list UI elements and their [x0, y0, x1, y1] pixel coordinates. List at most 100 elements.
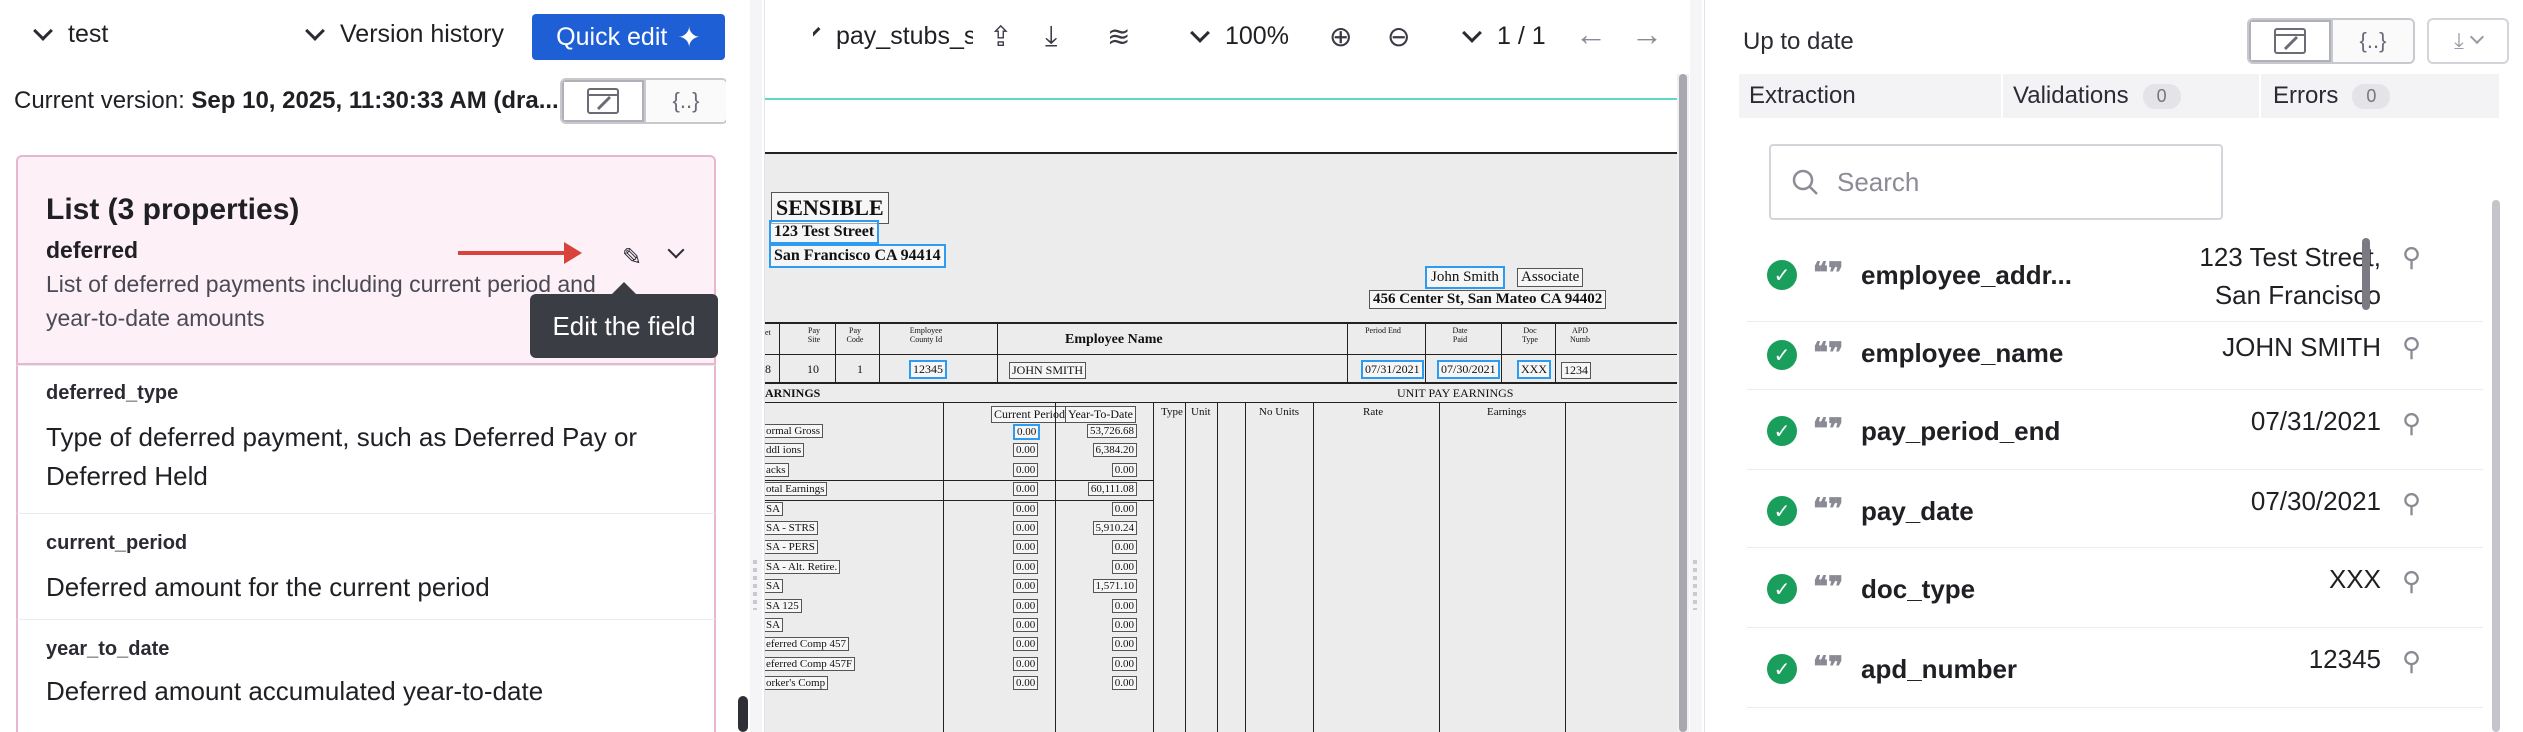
version-history-button[interactable]: Version history — [305, 20, 504, 49]
file-selector[interactable]: pay_stubs_s — [813, 22, 973, 51]
earnings-line-label: otal Earnings — [765, 482, 828, 496]
download-menu-button[interactable]: ⤓ — [2427, 18, 2509, 64]
grid-line — [1153, 402, 1154, 732]
field-row[interactable]: ✓ ❝❞ employee_addr... 123 Test Street, S… — [1747, 236, 2483, 322]
tab-label: Extraction — [1749, 82, 1856, 109]
field-value: JOHN SMITH — [2222, 332, 2381, 362]
project-selector[interactable]: test — [33, 20, 108, 49]
ytd-value: 0.00 — [1111, 657, 1137, 671]
field-row[interactable]: ✓ ❝❞ apd_number 12345 ⚲ — [1747, 628, 2483, 708]
current-period-value: 0.00 — [1013, 540, 1039, 554]
field-name: pay_date — [1861, 496, 1974, 526]
value-scrollbar[interactable] — [2362, 238, 2370, 310]
rule — [765, 354, 1677, 355]
tab-validations[interactable]: Validations 0 — [2001, 74, 2259, 118]
expand-chevron-icon[interactable] — [667, 241, 685, 261]
splitter-grip[interactable] — [753, 560, 757, 610]
location-pin-icon[interactable]: ⚲ — [2402, 646, 2421, 677]
string-type-icon: ❝❞ — [1813, 572, 1844, 603]
col-header: Pay Code — [846, 326, 864, 344]
field-value: 07/31/2021 — [2250, 406, 2381, 436]
scrollbar-thumb[interactable] — [1679, 74, 1687, 732]
employee-name-block[interactable]: John Smith — [1425, 266, 1505, 289]
current-period-value: 0.00 — [1013, 560, 1039, 574]
row-value[interactable]: XXX — [1517, 360, 1551, 379]
string-type-icon: ❝❞ — [1813, 338, 1844, 369]
search-input[interactable]: Search — [1769, 144, 2223, 220]
check-icon: ✓ — [1767, 574, 1797, 604]
col-header: Doc Type — [1522, 326, 1538, 344]
field-value: XXX — [2328, 564, 2381, 594]
page-selector[interactable]: 1 / 1 — [1462, 22, 1546, 51]
current-period-value: 0.00 — [1013, 599, 1039, 613]
current-version-label: Current version: — [14, 87, 185, 114]
layers-icon[interactable]: ≋ — [1107, 20, 1130, 53]
tab-label: Errors — [2273, 82, 2339, 109]
viewer-scrollbar[interactable] — [1677, 74, 1689, 732]
location-pin-icon[interactable]: ⚲ — [2402, 242, 2421, 273]
tab-errors[interactable]: Errors 0 — [2259, 74, 2499, 118]
edit-pencil-icon[interactable]: ✎ — [622, 243, 642, 272]
download-icon[interactable]: ⤓ — [1045, 20, 1057, 53]
property-item[interactable]: year_to_date Deferred amount accumulated… — [16, 619, 716, 732]
field-row[interactable]: ✓ ❝❞ pay_period_end 07/31/2021 ⚲ — [1747, 390, 2483, 470]
earnings-line-label: ormal Gross — [765, 424, 824, 438]
city-address[interactable]: San Francisco CA 94414 — [769, 244, 946, 268]
location-pin-icon[interactable]: ⚲ — [2402, 408, 2421, 439]
row-value: 1 — [857, 362, 863, 376]
row-value[interactable]: 12345 — [909, 360, 947, 379]
count-badge: 0 — [2142, 83, 2181, 109]
grid-line — [879, 322, 880, 382]
field-name: deferred — [46, 237, 139, 263]
json-view-icon[interactable]: {..} — [644, 80, 726, 122]
row-value[interactable]: 07/30/2021 — [1437, 360, 1500, 379]
row-value[interactable]: 07/31/2021 — [1361, 360, 1424, 379]
col-header: Pay Site — [807, 326, 821, 344]
zoom-in-icon[interactable]: ⊕ — [1329, 20, 1352, 53]
unit-pay-header: UNIT PAY EARNINGS — [1397, 386, 1514, 400]
ytd-value: 0.00 — [1111, 599, 1137, 613]
rule — [765, 382, 1677, 384]
grid-line — [1347, 322, 1348, 382]
grid-line — [835, 322, 836, 382]
location-pin-icon[interactable]: ⚲ — [2402, 332, 2421, 363]
json-view-icon[interactable]: {..} — [2331, 20, 2413, 62]
street-address[interactable]: 123 Test Street — [769, 220, 880, 244]
next-page-icon[interactable]: → — [1631, 16, 1663, 53]
col-header: Period End — [1365, 326, 1401, 335]
location-pin-icon[interactable]: ⚲ — [2402, 488, 2421, 519]
field-row[interactable]: ✓ ❝❞ pay_date 07/30/2021 ⚲ — [1747, 470, 2483, 548]
results-scrollbar[interactable] — [2492, 200, 2500, 732]
string-type-icon: ❝❞ — [1813, 258, 1844, 289]
right-splitter[interactable] — [1690, 0, 1702, 732]
check-icon: ✓ — [1767, 416, 1797, 446]
left-scrollbar[interactable] — [738, 696, 748, 732]
zoom-out-icon[interactable]: ⊖ — [1387, 20, 1410, 53]
field-row[interactable]: ✓ ❝❞ doc_type XXX ⚲ — [1747, 548, 2483, 628]
tab-extraction[interactable]: Extraction — [1739, 74, 2001, 118]
check-icon: ✓ — [1767, 340, 1797, 370]
chevron-down-icon — [305, 20, 325, 41]
version-history-label: Version history — [340, 20, 504, 48]
upload-icon[interactable]: ⇪ — [989, 20, 1012, 53]
zoom-selector[interactable]: 100% — [1190, 22, 1289, 51]
schema-editor-pane: test Version history Quick edit ✦ Curren… — [0, 0, 726, 732]
previous-page-icon[interactable]: ← — [1575, 16, 1607, 53]
field-row[interactable]: ✓ ❝❞ employee_name JOHN SMITH ⚲ — [1747, 322, 2483, 390]
check-icon: ✓ — [1767, 260, 1797, 290]
splitter-grip[interactable] — [1693, 560, 1697, 610]
zoom-level: 100% — [1225, 22, 1289, 50]
grid-line — [1565, 402, 1566, 732]
visual-view-icon[interactable] — [2249, 20, 2331, 62]
employee-address: 456 Center St, San Mateo CA 94402 — [1369, 290, 1607, 309]
property-item[interactable]: current_period Deferred amount for the c… — [16, 513, 716, 619]
earnings-line-label: SA — [765, 618, 784, 632]
grid-line — [1055, 402, 1056, 732]
unit-col-header: Unit — [1191, 406, 1211, 418]
property-item[interactable]: deferred_type Type of deferred payment, … — [16, 365, 716, 513]
quick-edit-button[interactable]: Quick edit ✦ — [532, 14, 725, 60]
left-splitter[interactable] — [750, 0, 762, 732]
location-pin-icon[interactable]: ⚲ — [2402, 566, 2421, 597]
visual-view-icon[interactable] — [562, 80, 644, 122]
ytd-value: 0.00 — [1111, 618, 1137, 632]
